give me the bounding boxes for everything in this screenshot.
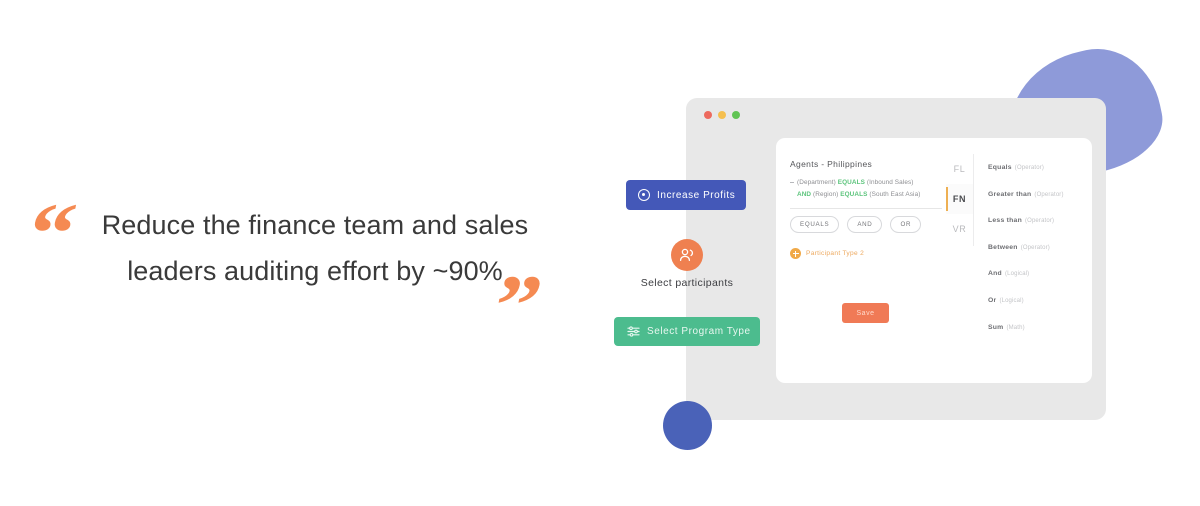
operator-name: And <box>988 270 1002 278</box>
page-root: “ Reduce the finance team and sales lead… <box>0 0 1200 506</box>
operator-item-less-than[interactable]: Less than (Operator) <box>988 209 1084 227</box>
window-chrome-dots <box>704 111 740 119</box>
sliders-icon <box>627 326 640 337</box>
participant-type-label: Participant Type 2 <box>806 250 865 257</box>
quote-text: Reduce the finance team and sales leader… <box>80 202 550 295</box>
operator-kind: (Math) <box>1006 324 1025 331</box>
users-icon <box>671 239 703 271</box>
rule-divider <box>790 208 942 209</box>
chip-equals[interactable]: EQUALS <box>790 216 840 233</box>
rule-bullet-icon <box>790 181 794 184</box>
operator-name: Less than <box>988 217 1022 225</box>
operator-item-or[interactable]: Or (Logical) <box>988 289 1084 307</box>
rule-field: (Region) <box>813 191 839 199</box>
plus-circle-icon <box>790 248 801 259</box>
select-participants-button[interactable]: Select participants <box>636 239 738 289</box>
operator-kind: (Operator) <box>1014 165 1044 171</box>
target-icon <box>638 189 650 201</box>
operator-reference-list: Equals (Operator) Greater than (Operator) … <box>988 156 1084 342</box>
operator-kind: (Logical) <box>1004 271 1030 278</box>
testimonial-quote: “ Reduce the finance team and sales lead… <box>20 185 573 353</box>
increase-profits-label: Increase Profits <box>657 189 736 201</box>
operator-item-greater-than[interactable]: Greater than (Operator) <box>988 183 1084 201</box>
tab-fn[interactable]: FN <box>946 184 973 214</box>
rule-builder-card: Agents - Philippines (Department) EQUALS… <box>776 138 1092 383</box>
add-participant-type-row[interactable]: Participant Type 2 <box>790 248 864 259</box>
rule-row[interactable]: AND (Region) EQUALS (South East Asia) <box>790 189 942 201</box>
operator-name: Sum <box>988 323 1004 331</box>
rule-field: (Department) <box>797 179 836 186</box>
increase-profits-button[interactable]: Increase Profits <box>626 180 746 210</box>
operator-item-equals[interactable]: Equals (Operator) <box>988 156 1084 174</box>
quote-line-1: Reduce the finance team and sales <box>101 210 529 240</box>
operator-name: Greater than <box>988 190 1032 198</box>
opening-quote-icon: “ <box>20 185 83 281</box>
tab-fl[interactable]: FL <box>946 154 973 184</box>
rule-expression-list: (Department) EQUALS (Inbound Sales) AND … <box>790 177 942 202</box>
rule-operator: EQUALS <box>837 179 865 186</box>
window-maximize-dot-icon <box>732 111 740 119</box>
chip-and[interactable]: AND <box>847 216 883 233</box>
chip-or[interactable]: OR <box>890 216 922 233</box>
rule-operator: EQUALS <box>840 191 868 199</box>
operator-item-between[interactable]: Between (Operator) <box>988 236 1084 254</box>
save-button[interactable]: Save <box>842 303 889 323</box>
rule-conjunction: AND <box>797 191 812 199</box>
operator-kind: (Operator) <box>1024 218 1055 225</box>
operator-kind: (Operator) <box>1020 244 1050 251</box>
card-tab-rail: FL FN VR <box>946 154 974 246</box>
operator-name: Equals <box>988 164 1012 171</box>
rule-value: (South East Asia) <box>869 191 921 199</box>
window-minimize-dot-icon <box>718 111 726 119</box>
operator-kind: (Operator) <box>1034 191 1064 198</box>
rule-group-title: Agents - Philippines <box>790 159 873 169</box>
rule-value: (Inbound Sales) <box>866 179 914 186</box>
decorative-blue-circle <box>663 401 712 450</box>
app-window-mockup: Agents - Philippines (Department) EQUALS… <box>686 98 1106 420</box>
select-program-type-button[interactable]: Select Program Type <box>614 317 760 346</box>
operator-item-and[interactable]: And (Logical) <box>988 262 1084 280</box>
operator-chip-row: EQUALS AND OR <box>790 216 922 233</box>
tab-vr[interactable]: VR <box>946 214 973 244</box>
quote-line-2: leaders auditing effort by ~90% <box>127 256 503 287</box>
rule-row[interactable]: (Department) EQUALS (Inbound Sales) <box>790 177 942 189</box>
operator-item-sum[interactable]: Sum (Math) <box>988 316 1084 334</box>
operator-kind: (Logical) <box>999 297 1024 304</box>
operator-name: Between <box>988 243 1018 251</box>
select-participants-label: Select participants <box>640 277 734 289</box>
operator-name: Or <box>988 296 997 304</box>
window-close-dot-icon <box>704 111 712 119</box>
select-program-type-label: Select Program Type <box>647 326 751 337</box>
